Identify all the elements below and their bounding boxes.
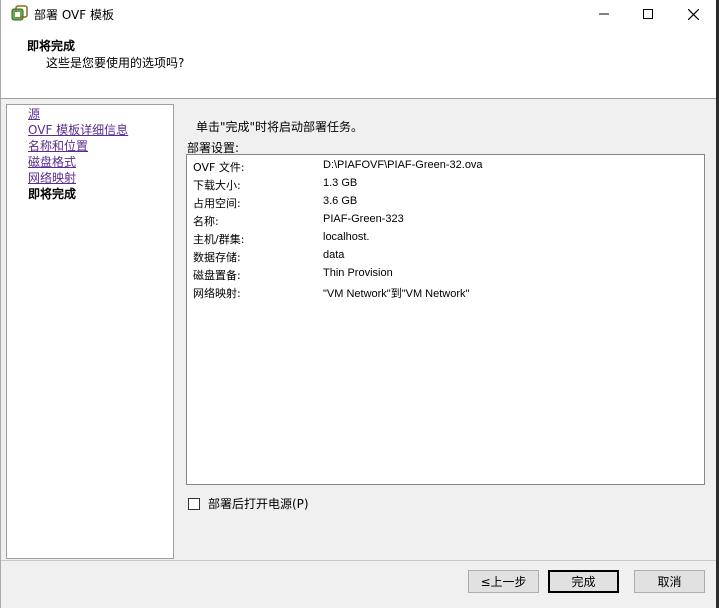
setting-key: 下载大小: xyxy=(193,179,241,192)
setting-key: 磁盘置备: xyxy=(193,269,241,282)
finish-hint: 单击"完成"时将启动部署任务。 xyxy=(196,120,364,134)
setting-row: 下载大小: 1.3 GB xyxy=(193,177,693,195)
setting-row: OVF 文件: D:\PIAFOVF\PIAF-Green-32.ova xyxy=(193,159,693,177)
setting-key: 占用空间: xyxy=(193,197,241,210)
setting-row: 名称: PIAF-Green-323 xyxy=(193,213,693,231)
setting-key: OVF 文件: xyxy=(193,161,245,174)
setting-key: 网络映射: xyxy=(193,287,241,300)
close-button[interactable] xyxy=(670,0,716,28)
power-on-checkbox[interactable] xyxy=(188,497,200,510)
power-on-label: 部署后打开电源(P) xyxy=(208,497,309,511)
nav-item-name-location[interactable]: 名称和位置 xyxy=(28,139,88,154)
setting-key: 数据存储: xyxy=(193,251,241,264)
step-subtitle: 这些是您要使用的选项吗? xyxy=(46,56,185,70)
power-on-option[interactable]: 部署后打开电源(P) xyxy=(188,495,309,512)
setting-value: data xyxy=(323,249,345,261)
nav-item-ovf-details[interactable]: OVF 模板详细信息 xyxy=(28,123,128,138)
footer-divider xyxy=(1,560,718,561)
vsphere-app-icon xyxy=(11,5,28,21)
nav-item-disk-format[interactable]: 磁盘格式 xyxy=(28,155,76,170)
wizard-header: 即将完成 这些是您要使用的选项吗? xyxy=(1,28,718,99)
back-button[interactable]: ≤上一步 xyxy=(468,570,539,593)
step-title: 即将完成 xyxy=(27,39,76,53)
setting-row: 占用空间: 3.6 GB xyxy=(193,195,693,213)
deploy-ovf-dialog: 部署 OVF 模板 即将完成 这些是您要使用的选项吗? 源 OVF 模板详细信息… xyxy=(0,0,719,608)
maximize-icon xyxy=(643,9,653,19)
setting-value: Thin Provision xyxy=(323,267,393,279)
nav-item-network-mapping[interactable]: 网络映射 xyxy=(28,171,76,186)
setting-value: localhost. xyxy=(323,231,370,243)
maximize-button[interactable] xyxy=(625,0,671,28)
window-title: 部署 OVF 模板 xyxy=(34,8,114,22)
title-bar: 部署 OVF 模板 xyxy=(1,0,718,28)
nav-item-ready-to-complete: 即将完成 xyxy=(28,187,77,201)
setting-row: 磁盘置备: Thin Provision xyxy=(193,267,693,285)
deployment-settings-list: OVF 文件: D:\PIAFOVF\PIAF-Green-32.ova 下载大… xyxy=(186,154,705,485)
close-icon xyxy=(687,8,699,20)
minimize-button[interactable] xyxy=(581,0,627,28)
setting-key: 主机/群集: xyxy=(193,233,245,246)
setting-row: 数据存储: data xyxy=(193,249,693,267)
minimize-icon xyxy=(599,13,609,15)
setting-value: 3.6 GB xyxy=(323,195,358,207)
finish-button[interactable]: 完成 xyxy=(548,570,619,593)
nav-item-source[interactable]: 源 xyxy=(28,107,40,122)
setting-row: 主机/群集: localhost. xyxy=(193,231,693,249)
setting-value: PIAF-Green-323 xyxy=(323,213,404,225)
setting-key: 名称: xyxy=(193,215,219,228)
wizard-step-nav: 源 OVF 模板详细信息 名称和位置 磁盘格式 网络映射 即将完成 xyxy=(6,104,174,559)
setting-value: "VM Network"到"VM Network" xyxy=(323,288,470,300)
setting-row: 网络映射: "VM Network"到"VM Network" xyxy=(193,285,693,303)
cancel-button[interactable]: 取消 xyxy=(634,570,705,593)
setting-value: D:\PIAFOVF\PIAF-Green-32.ova xyxy=(323,159,483,171)
setting-value: 1.3 GB xyxy=(323,177,358,189)
